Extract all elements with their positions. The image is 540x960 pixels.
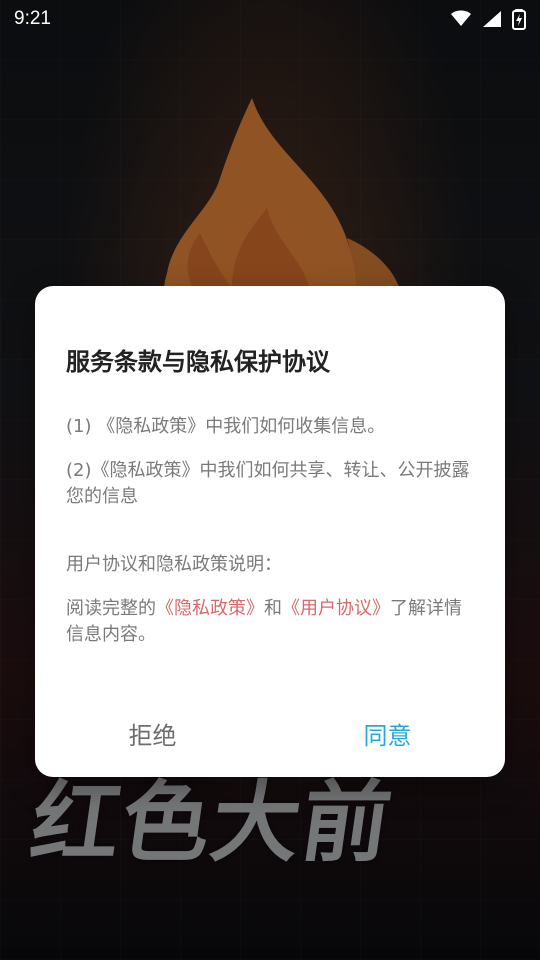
read-policy-sentence: 阅读完整的《隐私政策》和《用户协议》了解详情信息内容。: [66, 596, 476, 648]
status-time: 9:21: [14, 8, 51, 29]
dialog-content: (1) 《隐私政策》中我们如何收集信息。 (2)《隐私政策》中我们如何共享、转让…: [66, 414, 476, 666]
and-text: 和: [264, 598, 282, 619]
status-bar: 9:21: [0, 0, 540, 38]
dialog-actions: 拒绝 同意: [35, 698, 505, 768]
cellular-signal-icon: [483, 11, 501, 27]
dialog-title: 服务条款与隐私保护协议: [66, 348, 330, 376]
privacy-item-1: (1) 《隐私政策》中我们如何收集信息。: [66, 416, 386, 437]
privacy-dialog: 服务条款与隐私保护协议 (1) 《隐私政策》中我们如何收集信息。 (2)《隐私政…: [35, 286, 505, 777]
battery-charging-icon: [512, 9, 526, 30]
status-icons: [450, 8, 526, 30]
privacy-item-2: (2)《隐私政策》中我们如何共享、转让、公开披露您的信息: [66, 460, 470, 507]
reject-button[interactable]: 拒绝: [35, 698, 270, 768]
user-agreement-link[interactable]: 《用户协议》: [282, 598, 390, 619]
read-prefix-text: 阅读完整的: [66, 598, 156, 619]
policy-section-label: 用户协议和隐私政策说明：: [66, 554, 282, 575]
wifi-icon: [451, 10, 471, 26]
privacy-policy-link[interactable]: 《隐私政策》: [156, 598, 264, 619]
agree-button[interactable]: 同意: [270, 698, 505, 768]
